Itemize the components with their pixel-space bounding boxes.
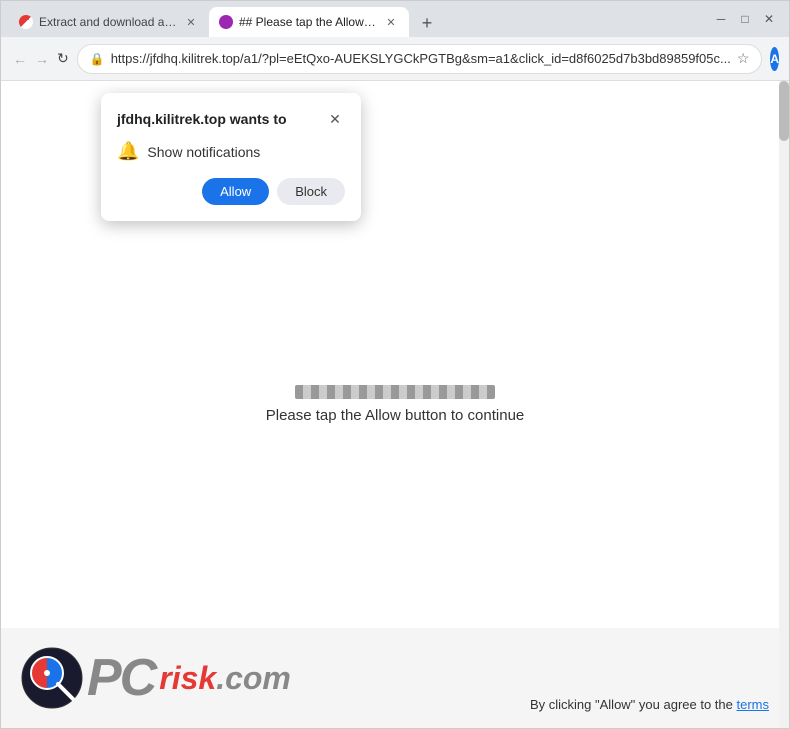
refresh-button[interactable]: ↻ — [57, 47, 69, 71]
popup-header: jfdhq.kilitrek.top wants to ✕ — [117, 109, 345, 129]
footer-terms: By clicking "Allow" you agree to the ter… — [530, 697, 769, 712]
logo-text-risk: risk — [159, 660, 216, 696]
back-button[interactable]: ← — [13, 47, 27, 71]
logo-text-com: .com — [216, 660, 291, 696]
tab-favicon-allow — [219, 15, 233, 29]
url-text: https://jfdhq.kilitrek.top/a1/?pl=eEtQxo… — [111, 51, 731, 66]
page-inner: jfdhq.kilitrek.top wants to ✕ 🔔 Show not… — [1, 81, 789, 728]
popup-body: 🔔 Show notifications — [117, 141, 345, 162]
profile-button[interactable]: A — [770, 47, 779, 71]
tabs-container: Extract and download audio an... ✕ ## Pl… — [9, 1, 713, 37]
page-main-content: Please tap the Allow button to continue — [266, 385, 525, 424]
browser-window: Extract and download audio an... ✕ ## Pl… — [0, 0, 790, 729]
new-tab-button[interactable]: + — [413, 9, 441, 37]
scrollbar[interactable] — [779, 81, 789, 728]
popup-title: jfdhq.kilitrek.top wants to — [117, 111, 287, 127]
footer-terms-text: By clicking "Allow" you agree to the — [530, 697, 733, 712]
tab-title-allow: ## Please tap the Allow button... — [239, 15, 377, 29]
allow-button[interactable]: Allow — [202, 178, 269, 205]
url-bar[interactable]: 🔒 https://jfdhq.kilitrek.top/a1/?pl=eEtQ… — [77, 44, 763, 74]
popup-body-text: Show notifications — [147, 144, 260, 160]
window-controls: ─ □ ✕ — [713, 12, 781, 26]
logo-area: PC risk.com — [21, 647, 291, 709]
popup-close-button[interactable]: ✕ — [325, 109, 345, 129]
lock-icon: 🔒 — [90, 52, 105, 66]
bookmark-icon[interactable]: ☆ — [737, 50, 750, 67]
page-footer: PC risk.com By clicking "Allow" you agre… — [1, 628, 789, 728]
tab-favicon-extract — [19, 15, 33, 29]
footer-terms-link[interactable]: terms — [737, 697, 770, 712]
logo-icon — [21, 647, 83, 709]
progress-bar — [295, 385, 495, 399]
page-instruction: Please tap the Allow button to continue — [266, 407, 525, 424]
maximize-button[interactable]: □ — [737, 12, 753, 26]
close-button[interactable]: ✕ — [761, 12, 777, 26]
tab-close-extract[interactable]: ✕ — [183, 14, 199, 30]
logo-text-pc: PC — [87, 652, 155, 704]
tab-title-extract: Extract and download audio an... — [39, 15, 177, 29]
title-bar: Extract and download audio an... ✕ ## Pl… — [1, 1, 789, 37]
tab-allow[interactable]: ## Please tap the Allow button... ✕ — [209, 7, 409, 37]
forward-button[interactable]: → — [35, 47, 49, 71]
logo-text-riskcom: risk.com — [159, 660, 291, 697]
minimize-button[interactable]: ─ — [713, 12, 729, 26]
address-bar: ← → ↻ 🔒 https://jfdhq.kilitrek.top/a1/?p… — [1, 37, 789, 81]
block-button[interactable]: Block — [277, 178, 345, 205]
tab-extract[interactable]: Extract and download audio an... ✕ — [9, 7, 209, 37]
page-content: jfdhq.kilitrek.top wants to ✕ 🔔 Show not… — [1, 81, 789, 728]
bell-icon: 🔔 — [117, 141, 139, 162]
popup-actions: Allow Block — [117, 178, 345, 205]
tab-close-allow[interactable]: ✕ — [383, 14, 399, 30]
notification-popup: jfdhq.kilitrek.top wants to ✕ 🔔 Show not… — [101, 93, 361, 221]
scrollbar-thumb[interactable] — [779, 81, 789, 141]
